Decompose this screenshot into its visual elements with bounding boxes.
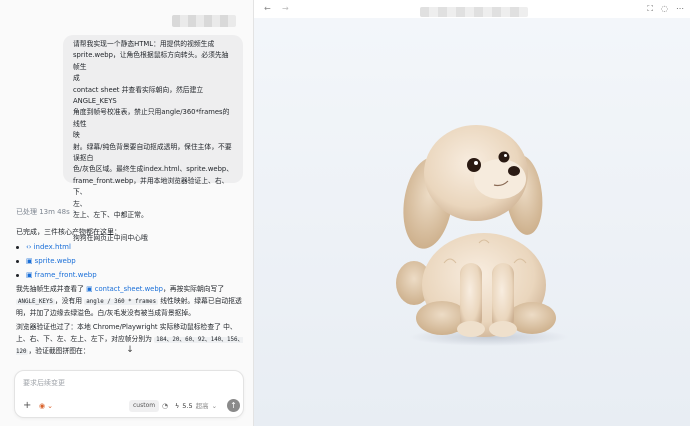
assistant-paragraph-1: 我先抽帧生成并查看了 ▣ contact_sheet.webp，再按实际朝向写了… [16, 284, 244, 320]
text: ，没有用 [54, 296, 83, 305]
file-name: frame_front.webp [34, 270, 97, 279]
model-version: 5.5 [182, 402, 193, 410]
back-arrow-icon[interactable]: ← [264, 3, 271, 15]
list-item: ‹› index.html [16, 240, 97, 254]
forward-arrow-icon[interactable]: → [282, 3, 289, 15]
bullet [16, 259, 19, 263]
arrow-up-icon: ↑ [230, 401, 237, 410]
model-selector[interactable]: ϟ 5.5 超高 ⌄ [175, 401, 217, 411]
image-icon: ▣ [26, 256, 33, 265]
link-text: contact_sheet.webp [94, 285, 163, 293]
bullet [16, 245, 19, 249]
chat-title-blurred [172, 15, 236, 27]
comment-icon[interactable]: ◌ [661, 3, 668, 15]
file-link-sprite[interactable]: ▣ sprite.webp [26, 256, 76, 267]
contact-sheet-link[interactable]: ▣ contact_sheet.webp [86, 285, 163, 293]
image-icon: ▣ [26, 270, 33, 279]
processed-label: 已处理 13m 48s [16, 207, 70, 216]
done-text: 已完成，三件核心产物都在这里： [16, 228, 121, 236]
output-file-list: ‹› index.html ▣ sprite.webp ▣ frame_fron… [16, 240, 97, 282]
bolt-icon: ϟ [175, 402, 180, 410]
screenshot-icon[interactable]: ⛶ [647, 3, 653, 15]
custom-badge[interactable]: custom [129, 400, 160, 412]
chevron-down-icon: ⌄ [47, 402, 53, 410]
list-item: ▣ frame_front.webp [16, 268, 97, 282]
list-item: ▣ sprite.webp [16, 254, 97, 268]
loading-spinner-icon: ◔ [162, 402, 169, 410]
file-link-index[interactable]: ‹› index.html [26, 242, 71, 253]
browser-preview-panel: ← → ⛶ ◌ ⋯ [254, 0, 690, 426]
shield-icon: ◉ [39, 402, 46, 410]
code-icon: ‹› [26, 242, 32, 251]
page-canvas[interactable] [254, 18, 690, 426]
plus-icon[interactable]: + [23, 401, 31, 411]
composer-input[interactable] [23, 377, 233, 389]
inline-code: ANGLE_KEYS [16, 298, 55, 305]
composer: + ◉ ⌄ custom ◔ ϟ 5.5 超高 ⌄ ↑ [14, 370, 244, 418]
dog-sprite [396, 125, 569, 346]
inline-code: angle / 360 * frames [84, 298, 159, 305]
user-message-text: 请帮我实现一个静态HTML：用提供的视频生成 sprite.webp，让角色根据… [73, 40, 234, 220]
bullet [16, 273, 19, 277]
file-name: sprite.webp [34, 256, 76, 265]
more-icon[interactable]: ⋯ [676, 3, 684, 15]
chat-panel: 请帮我实现一个静态HTML：用提供的视频生成 sprite.webp，让角色根据… [0, 0, 253, 426]
file-link-frame-front[interactable]: ▣ frame_front.webp [26, 270, 97, 281]
model-mode: 超高 [195, 402, 209, 410]
send-button[interactable]: ↑ [227, 399, 240, 412]
text: 我先抽帧生成并查看了 [16, 285, 84, 293]
file-name: index.html [33, 242, 71, 251]
user-message-bubble: 请帮我实现一个静态HTML：用提供的视频生成 sprite.webp，让角色根据… [63, 35, 243, 242]
browser-toolbar: ← → ⛶ ◌ ⋯ [254, 0, 690, 18]
permission-dropdown[interactable]: ◉ ⌄ [39, 401, 53, 411]
chevron-right-icon: › [72, 207, 76, 216]
text: ，验证截图拼图在： [28, 347, 90, 355]
chat-header [0, 0, 253, 28]
url-bar-blurred[interactable] [420, 7, 528, 17]
processed-toggle[interactable]: 已处理 13m 48s › [16, 206, 76, 218]
toolbar-actions: ⛶ ◌ ⋯ [647, 3, 684, 15]
text: ，再按实际朝向写了 [162, 285, 225, 293]
scroll-down-arrow-icon[interactable]: ↓ [124, 344, 136, 356]
chevron-down-icon: ⌄ [211, 402, 218, 410]
